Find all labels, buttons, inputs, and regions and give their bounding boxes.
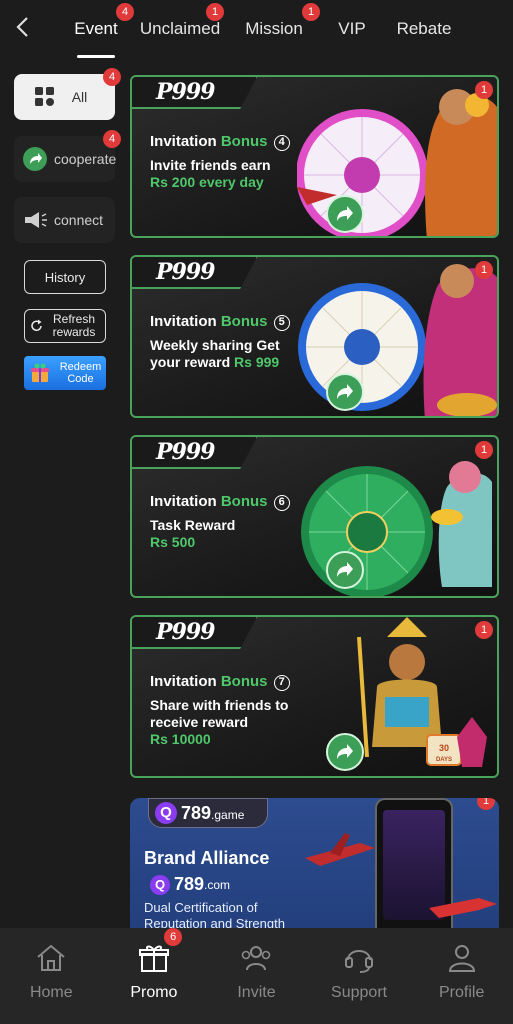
- megaphone-icon: [25, 212, 47, 228]
- refresh-rewards-button[interactable]: Refresh rewards: [24, 309, 106, 343]
- tab-label: Unclaimed: [139, 19, 221, 38]
- tab-label: Rebate: [396, 19, 452, 38]
- sidebar-item-cooperate[interactable]: cooperate 4: [14, 130, 121, 182]
- card-badge: 1: [477, 798, 495, 810]
- card-badge: 1: [475, 621, 493, 639]
- bottom-nav: Home Promo 6 Invite Support Profile: [0, 928, 513, 1024]
- brand-alliance-heading: Brand Alliance: [144, 848, 270, 868]
- card-badge: 1: [475, 261, 493, 279]
- tab-badge: 1: [302, 3, 320, 21]
- card-title: Invitation Bonus 7: [150, 673, 290, 691]
- tab-label: VIP: [338, 19, 366, 38]
- share-button[interactable]: [326, 373, 364, 411]
- invite-icon: [242, 946, 271, 971]
- jet-illustration: [429, 898, 497, 918]
- nav-label: Promo: [130, 984, 178, 1001]
- q-logo-icon: Q: [155, 802, 177, 824]
- gift-box-icon: [31, 363, 49, 382]
- brand-logo: P999: [156, 259, 215, 285]
- grid-icon: [35, 87, 54, 106]
- share-arrow-icon: [337, 206, 353, 221]
- chevron-left-icon: [16, 17, 28, 37]
- nav-label: Invite: [237, 984, 276, 1001]
- card-badge: 1: [475, 441, 493, 459]
- tab-mission[interactable]: Mission 1: [228, 0, 320, 58]
- tab-label: Event: [74, 19, 118, 38]
- share-arrow-icon: [337, 744, 353, 759]
- nav-invite[interactable]: Invite: [205, 928, 308, 1024]
- card-badge: 1: [475, 81, 493, 99]
- tab-event[interactable]: Event 4: [60, 0, 134, 58]
- q-logo-icon: Q: [150, 874, 170, 895]
- nav-label: Profile: [438, 984, 485, 1001]
- brand-domain: Q 789 .com: [144, 874, 230, 895]
- nav-support[interactable]: Support: [308, 928, 411, 1024]
- event-card-invitation-4[interactable]: P999 Invitation Bonus 4 Invite friends e…: [130, 75, 499, 238]
- brand-pill: Q 789.game: [148, 798, 268, 828]
- nav-promo[interactable]: Promo 6: [103, 928, 206, 1024]
- share-button[interactable]: [326, 195, 364, 233]
- sidebar-item-label: cooperate: [54, 151, 117, 167]
- card-title: Invitation Bonus 5: [150, 313, 290, 331]
- sidebar-item-label: connect: [54, 212, 104, 228]
- tab-rebate[interactable]: Rebate: [384, 0, 464, 58]
- profile-icon: [448, 945, 475, 972]
- sidebar-badge: 4: [103, 68, 121, 86]
- share-icon: [23, 147, 47, 171]
- brand-alliance-card[interactable]: Q 789.game Brand Alliance Q 789 .com Dual…: [130, 798, 499, 938]
- top-tab-bar: Event 4 Unclaimed 1 Mission 1 VIP Rebate: [0, 0, 513, 58]
- event-card-invitation-6[interactable]: P999 Invitation Bonus 6 Task Reward Rs 5…: [130, 435, 499, 598]
- tab-badge: 1: [206, 3, 224, 21]
- event-card-invitation-5[interactable]: P999 Invitation Bonus 5 Weekly sharing G…: [130, 255, 499, 418]
- share-button[interactable]: [326, 733, 364, 771]
- share-arrow-icon: [337, 384, 353, 399]
- promo-screen: Event 4 Unclaimed 1 Mission 1 VIP Rebate: [0, 0, 513, 1024]
- jet-illustration: [305, 833, 375, 866]
- nav-profile[interactable]: Profile: [410, 928, 513, 1024]
- refresh-rewards-label: Refresh rewards: [52, 312, 96, 339]
- brand-logo: P999: [156, 619, 215, 645]
- tab-unclaimed[interactable]: Unclaimed 1: [132, 0, 228, 58]
- tab-label: Mission: [245, 19, 303, 38]
- gift-icon: [138, 945, 169, 972]
- history-label: History: [44, 269, 86, 285]
- sidebar-badge: 4: [103, 130, 121, 148]
- redeem-code-label: Redeem Code: [59, 361, 102, 385]
- brand-logo: P999: [156, 79, 215, 105]
- nav-home[interactable]: Home: [0, 928, 103, 1024]
- svg-text:30: 30: [439, 743, 449, 753]
- back-button[interactable]: [12, 14, 34, 40]
- card-subtitle: Weekly sharing Get your reward Rs 999: [150, 337, 280, 370]
- brand-logo: P999: [156, 439, 215, 465]
- nav-label: Home: [29, 984, 73, 1001]
- sidebar-item-label: All: [71, 89, 88, 105]
- card-subtitle: Task Reward Rs 500: [150, 517, 236, 550]
- tab-vip[interactable]: VIP: [320, 0, 384, 58]
- home-icon: [37, 944, 65, 971]
- sidebar-item-all[interactable]: All 4: [14, 68, 121, 120]
- share-arrow-icon: [337, 562, 353, 577]
- card-title: Invitation Bonus 6: [150, 493, 290, 511]
- nav-label: Support: [331, 984, 388, 1001]
- nav-badge: 6: [164, 928, 183, 946]
- card-title: Invitation Bonus 4: [150, 133, 290, 151]
- refresh-icon: [31, 319, 42, 331]
- svg-text:DAYS: DAYS: [436, 757, 452, 763]
- headset-icon: [345, 950, 374, 973]
- event-card-invitation-7[interactable]: P999 Invitation Bonus 7 Share with frien…: [130, 615, 499, 778]
- history-button[interactable]: History: [24, 260, 106, 294]
- share-button[interactable]: [326, 551, 364, 589]
- card-subtitle: Invite friends earn Rs 200 every day: [150, 157, 271, 190]
- card-subtitle: Share with friends to receive reward Rs …: [150, 697, 289, 747]
- sidebar-item-connect[interactable]: connect: [14, 197, 115, 243]
- redeem-code-button[interactable]: Redeem Code: [24, 356, 106, 390]
